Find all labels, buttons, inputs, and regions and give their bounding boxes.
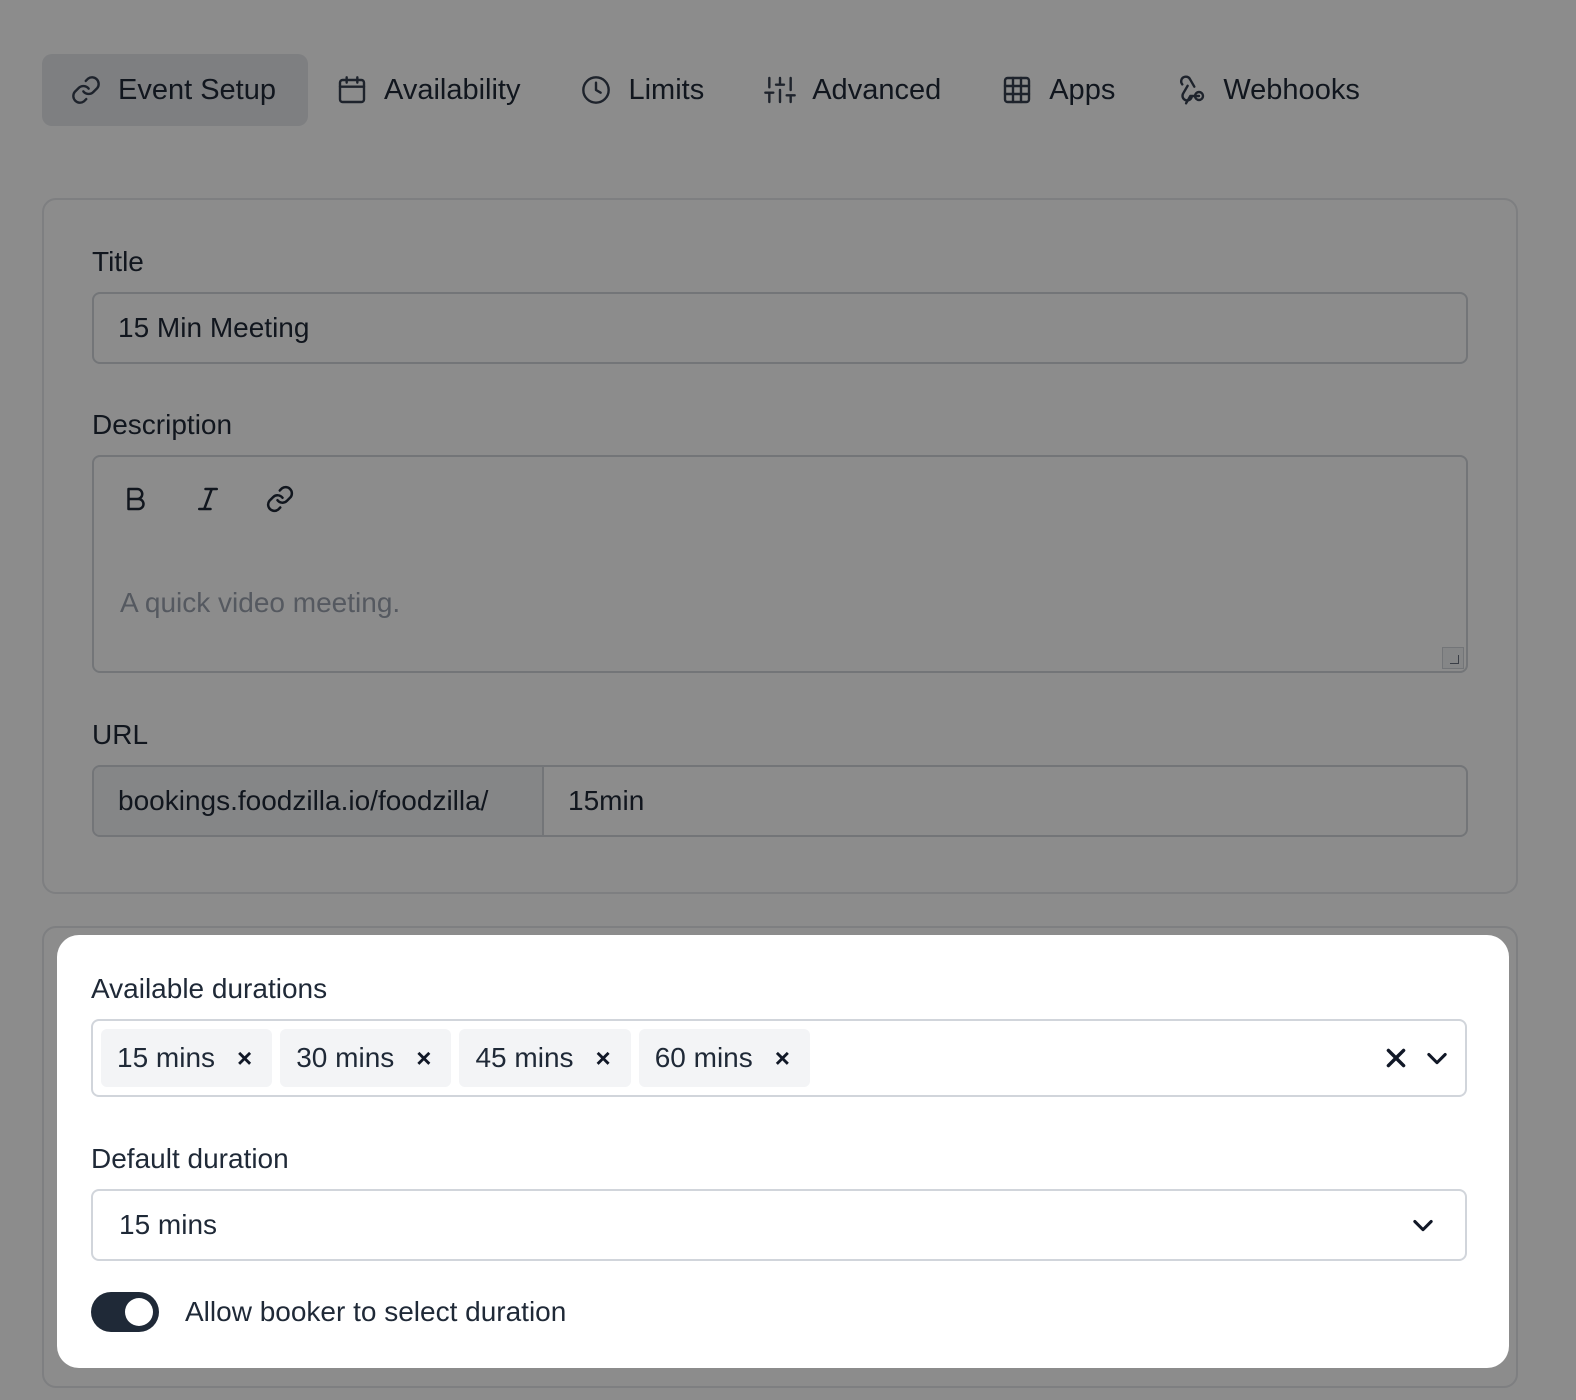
remove-chip-icon[interactable]: × [596, 1045, 611, 1071]
duration-chip: 45 mins × [459, 1029, 631, 1087]
chip-label: 60 mins [654, 1042, 753, 1073]
remove-chip-icon[interactable]: × [416, 1045, 431, 1071]
default-duration-label: Default duration [91, 1143, 289, 1174]
default-duration-select[interactable]: 15 mins [91, 1189, 1467, 1261]
available-durations-select[interactable]: 15 mins × 30 mins × 45 mins × 60 mins × [91, 1019, 1467, 1097]
remove-chip-icon[interactable]: × [237, 1045, 252, 1071]
durations-panel: Available durations 15 mins × 30 mins × … [57, 935, 1509, 1368]
toggle-knob [125, 1298, 153, 1326]
available-durations-label: Available durations [91, 973, 328, 1004]
duration-chip: 60 mins × [638, 1029, 810, 1087]
remove-chip-icon[interactable]: × [775, 1045, 790, 1071]
duration-chip: 30 mins × [280, 1029, 452, 1087]
chip-label: 15 mins [117, 1042, 216, 1073]
select-actions [1383, 1021, 1451, 1095]
allow-booker-row: Allow booker to select duration [91, 1291, 566, 1333]
clear-all-icon[interactable] [1383, 1045, 1409, 1071]
chip-label: 30 mins [296, 1042, 395, 1073]
event-type-page: Event Setup Availability Limits Advanced… [0, 0, 1576, 1400]
chevron-down-icon[interactable] [1423, 1044, 1451, 1072]
duration-chip: 15 mins × [101, 1029, 273, 1087]
allow-booker-toggle[interactable] [91, 1292, 159, 1332]
chevron-down-icon [1413, 1219, 1433, 1232]
allow-booker-label: Allow booker to select duration [185, 1296, 567, 1327]
default-duration-value: 15 mins [119, 1209, 218, 1240]
chip-label: 45 mins [475, 1042, 574, 1073]
